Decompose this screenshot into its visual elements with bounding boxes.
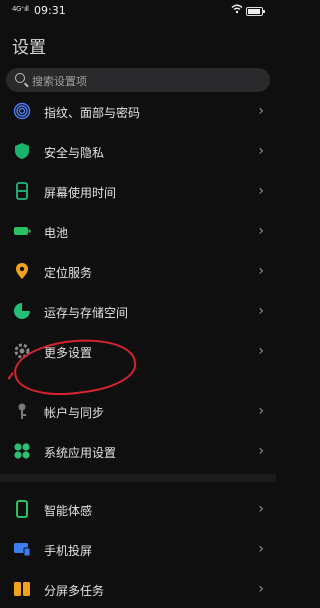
row-label: 分屏多任务 bbox=[44, 584, 105, 598]
chevron-right-icon: › bbox=[258, 343, 264, 359]
chevron-right-icon: › bbox=[258, 263, 264, 279]
split-screen-icon bbox=[13, 580, 31, 598]
chevron-right-icon: › bbox=[258, 183, 264, 199]
row-fingerprint-face-password[interactable]: 指纹、面部与密码 › bbox=[0, 94, 276, 130]
chevron-right-icon: › bbox=[258, 143, 264, 159]
search-placeholder: 搜索设置项 bbox=[32, 75, 87, 88]
row-label: 运存与存储空间 bbox=[44, 306, 129, 320]
row-split-screen[interactable]: 分屏多任务 › bbox=[0, 572, 276, 608]
row-battery[interactable]: 电池 › bbox=[0, 214, 276, 250]
row-label: 定位服务 bbox=[44, 266, 93, 280]
row-label: 帐户与同步 bbox=[44, 406, 105, 420]
signal-icon: 4G⁺ıll bbox=[12, 5, 29, 13]
row-label: 指纹、面部与密码 bbox=[44, 106, 141, 120]
row-label: 屏幕使用时间 bbox=[44, 186, 117, 200]
row-memory-storage[interactable]: 运存与存储空间 › bbox=[0, 294, 276, 330]
row-label: 手机投屏 bbox=[44, 544, 93, 558]
row-screen-time[interactable]: 屏幕使用时间 › bbox=[0, 174, 276, 210]
hourglass-icon bbox=[13, 182, 31, 200]
chevron-right-icon: › bbox=[258, 541, 264, 557]
pie-chart-icon bbox=[13, 302, 31, 320]
search-icon bbox=[15, 73, 25, 83]
status-time: 09:31 bbox=[34, 4, 66, 17]
status-bar: 4G⁺ıll 09:31 bbox=[0, 0, 276, 22]
page-title: 设置 bbox=[12, 38, 46, 58]
row-screen-cast[interactable]: 手机投屏 › bbox=[0, 532, 276, 568]
row-label: 智能体感 bbox=[44, 504, 93, 518]
chevron-right-icon: › bbox=[258, 581, 264, 597]
search-bar[interactable]: 搜索设置项 bbox=[6, 68, 270, 92]
apps-grid-icon bbox=[13, 442, 31, 460]
row-security-privacy[interactable]: 安全与隐私 › bbox=[0, 134, 276, 170]
row-system-app-settings[interactable]: 系统应用设置 › bbox=[0, 434, 276, 470]
row-smart-motion[interactable]: 智能体感 › bbox=[0, 492, 276, 528]
shield-icon bbox=[13, 142, 31, 160]
chevron-right-icon: › bbox=[258, 501, 264, 517]
row-label: 电池 bbox=[44, 226, 69, 240]
location-pin-icon bbox=[13, 262, 31, 280]
chevron-right-icon: › bbox=[258, 443, 264, 459]
row-label: 安全与隐私 bbox=[44, 146, 105, 160]
wifi-icon bbox=[231, 4, 243, 17]
battery-fill bbox=[248, 9, 261, 14]
chevron-right-icon: › bbox=[258, 303, 264, 319]
chevron-right-icon: › bbox=[258, 403, 264, 419]
row-accounts-sync[interactable]: 帐户与同步 › bbox=[0, 394, 276, 430]
battery-status-icon bbox=[246, 7, 265, 16]
fingerprint-icon bbox=[13, 102, 31, 120]
phone-outline-icon bbox=[13, 500, 31, 518]
row-label: 系统应用设置 bbox=[44, 446, 117, 460]
battery-icon bbox=[13, 222, 31, 240]
chevron-right-icon: › bbox=[258, 103, 264, 119]
screen-cast-icon bbox=[13, 540, 31, 558]
key-icon bbox=[13, 402, 31, 420]
chevron-right-icon: › bbox=[258, 223, 264, 239]
row-location-services[interactable]: 定位服务 › bbox=[0, 254, 276, 290]
section-divider bbox=[0, 474, 276, 482]
